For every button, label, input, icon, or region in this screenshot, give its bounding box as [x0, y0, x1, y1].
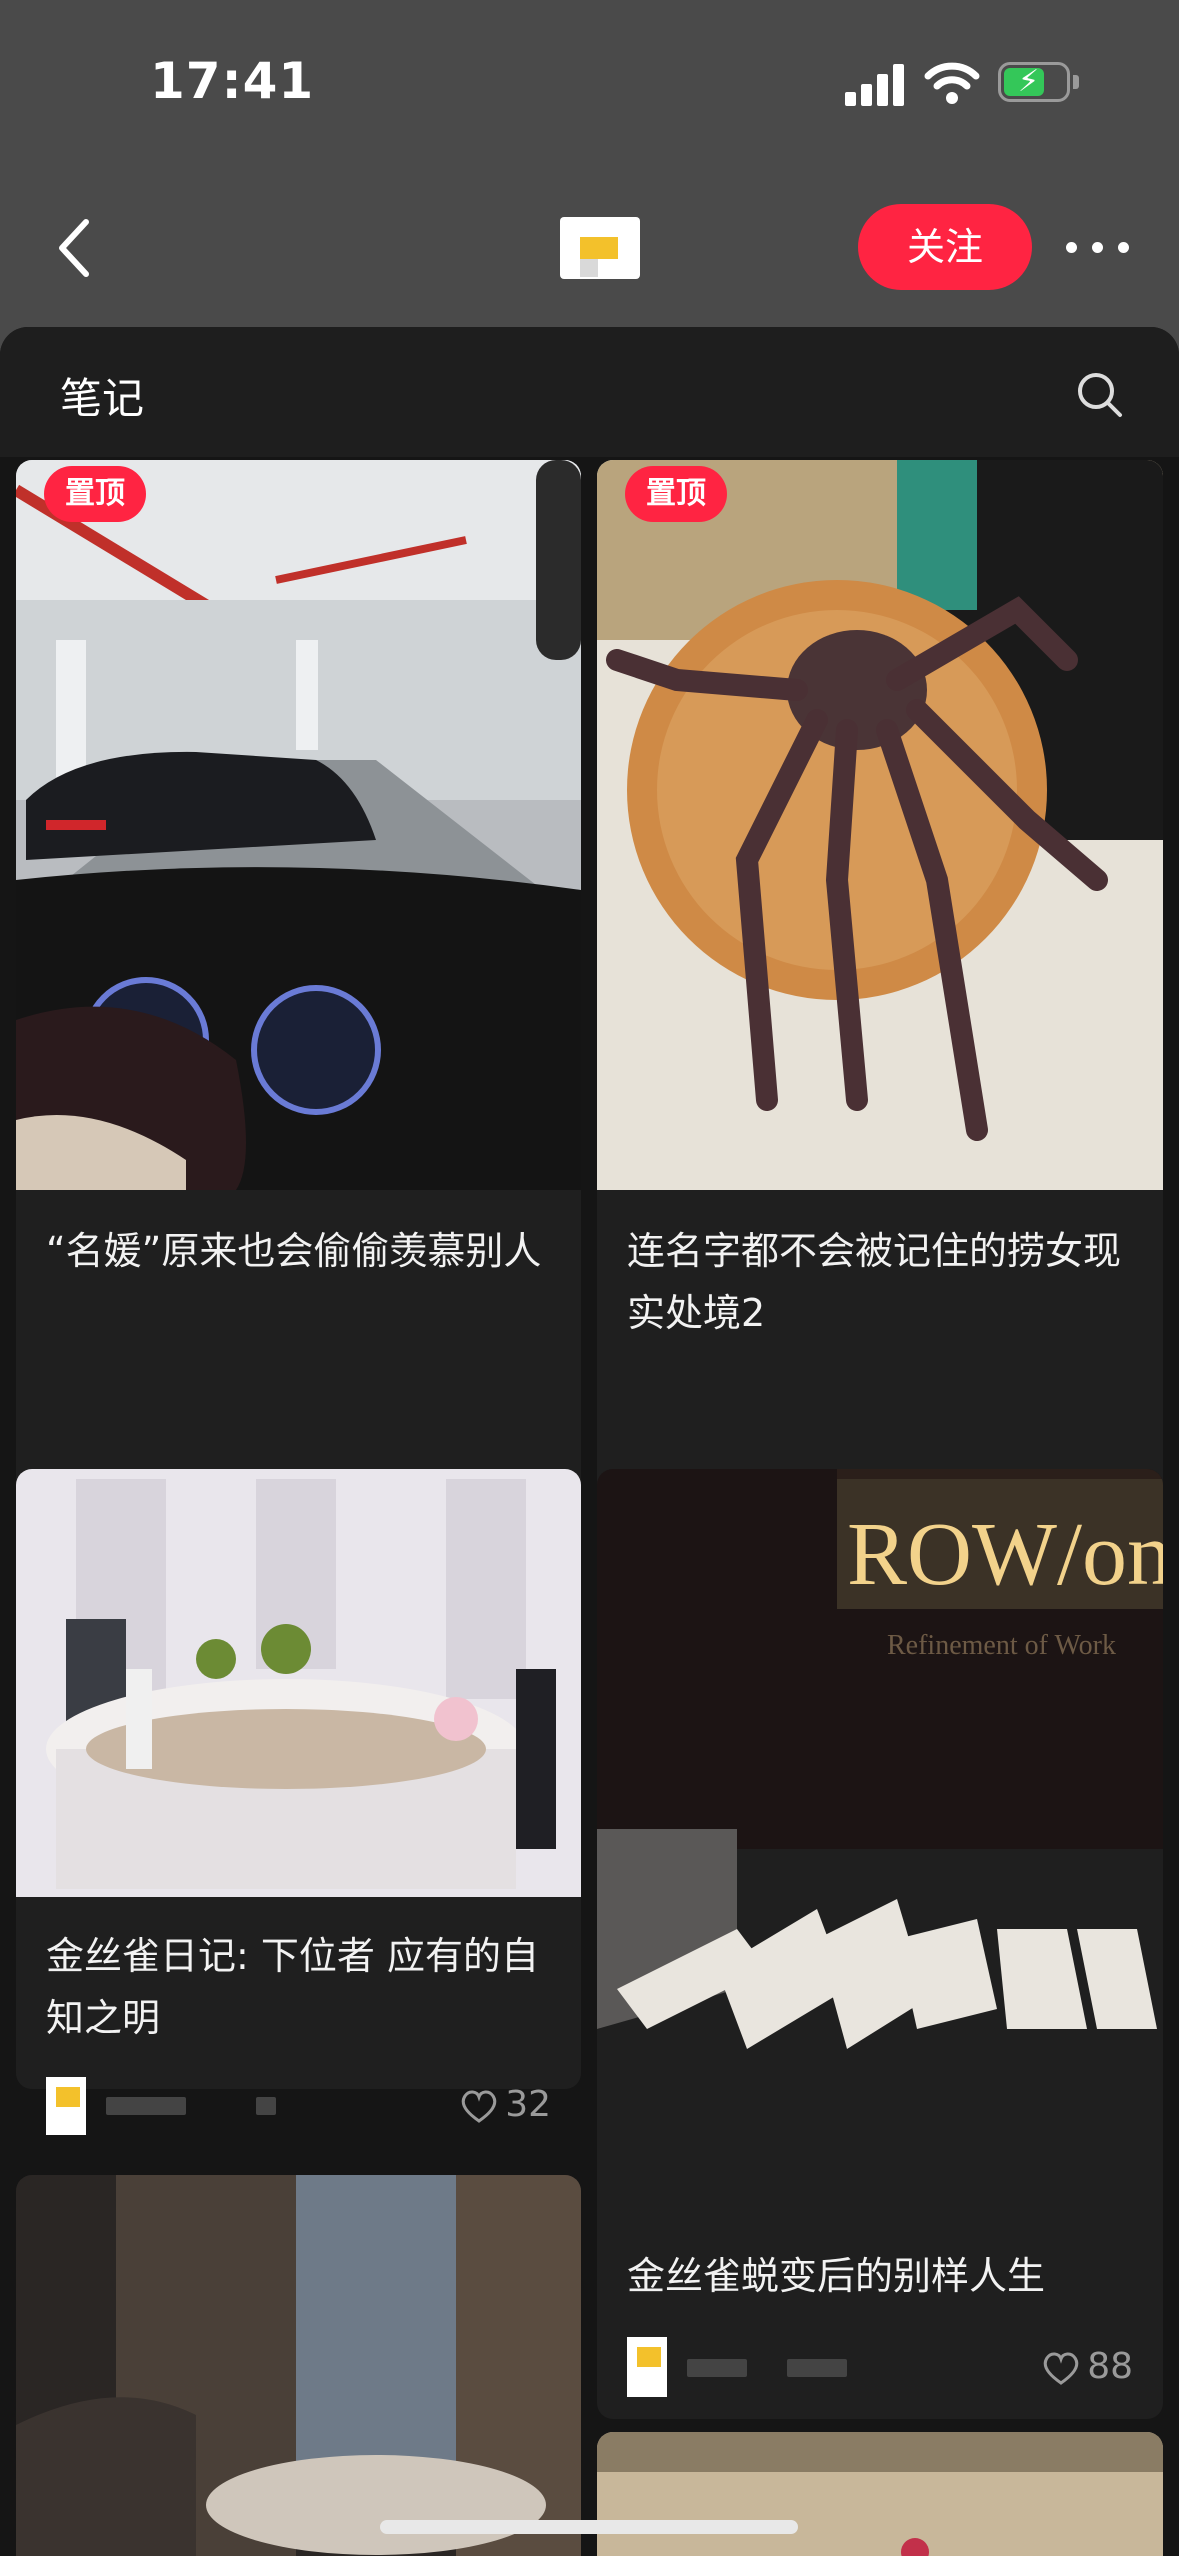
profile-header: 关注 — [0, 170, 1179, 330]
search-icon[interactable] — [1075, 370, 1125, 420]
author-avatar[interactable] — [627, 2337, 667, 2397]
profile-avatar[interactable] — [560, 217, 640, 279]
tab-notes[interactable]: 笔记 — [60, 365, 144, 426]
note-card-partial[interactable] — [597, 2432, 1163, 2556]
note-image-kitchen — [16, 1469, 581, 1897]
sign-subtext: Refinement of Work — [887, 1630, 1116, 1661]
sign-text: ROW/on — [847, 1505, 1163, 1604]
note-card-kitchen-main[interactable]: 金丝雀日记: 下位者 应有的自知之明 — [16, 1469, 581, 2089]
author-name-redacted — [256, 2097, 276, 2115]
wifi-icon — [924, 62, 980, 104]
note-card[interactable]: ROW/on Refinement of Work 金丝雀蜕变后的别样人生 88 — [597, 1469, 1163, 2419]
follow-button[interactable]: 关注 — [858, 204, 1032, 290]
author-name-redacted — [787, 2359, 847, 2377]
status-bar: 17:41 ⚡ — [0, 0, 1179, 170]
status-time: 17:41 — [150, 52, 315, 110]
cellular-signal-icon — [845, 62, 905, 106]
battery-icon: ⚡ — [998, 62, 1082, 106]
author-name-redacted — [687, 2359, 747, 2377]
note-title: 连名字都不会被记住的捞女现实处境2 — [627, 1229, 1122, 1335]
note-title: 金丝雀日记: 下位者 应有的自知之明 — [46, 1934, 539, 2040]
author-avatar[interactable] — [46, 2077, 86, 2135]
note-title: “名媛”原来也会偷偷羡慕别人 — [46, 1229, 542, 1273]
note-image-room — [16, 2175, 581, 2556]
note-card[interactable]: 置顶 连名字都不会被记住的捞女现实处境2 2701 — [597, 460, 1163, 1585]
notes-panel: 笔记 置顶 “名媛”原来也会偷偷羡慕别人 置顶 连名字都不会被记住的捞女现实处境… — [0, 327, 1179, 2556]
note-image-car-interior — [16, 460, 581, 1190]
more-options-icon[interactable] — [1062, 232, 1132, 262]
pinned-badge: 置顶 — [625, 466, 727, 522]
like-count[interactable]: 32 — [459, 2081, 551, 2129]
note-title: 金丝雀蜕变后的别样人生 — [627, 2254, 1046, 2298]
author-name-redacted — [106, 2097, 186, 2115]
heart-icon — [461, 2090, 497, 2123]
note-meta: 88 — [627, 2337, 1133, 2397]
note-image-restaurant-sign: ROW/on Refinement of Work — [597, 1469, 1163, 2224]
note-image-lounge — [597, 2432, 1163, 2556]
notes-tab-bar: 笔记 — [0, 327, 1179, 457]
note-meta: 32 — [46, 2077, 551, 2135]
back-arrow-icon[interactable] — [46, 208, 106, 288]
heart-icon — [1043, 2352, 1079, 2385]
pinned-badge: 置顶 — [44, 466, 146, 522]
note-image-king-crab — [597, 460, 1163, 1190]
note-card[interactable]: 置顶 “名媛”原来也会偷偷羡慕别人 1933 — [16, 460, 581, 1585]
note-card-partial[interactable] — [16, 2175, 581, 2556]
like-count[interactable]: 88 — [1041, 2343, 1133, 2391]
home-indicator[interactable] — [380, 2520, 798, 2534]
